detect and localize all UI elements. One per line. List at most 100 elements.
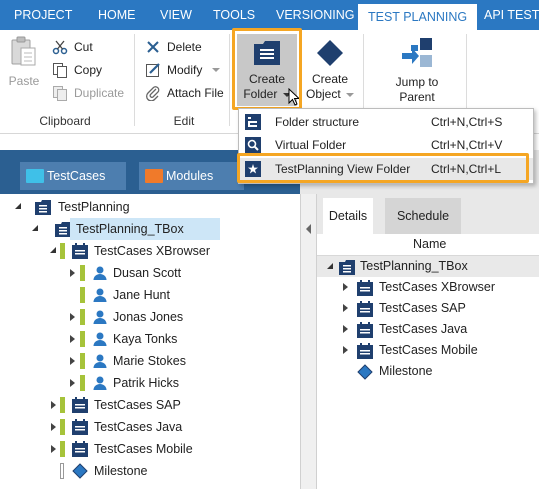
cursor-icon	[288, 88, 300, 106]
tree-node-label: TestCases XBrowser	[94, 244, 211, 258]
expand-arrow-icon[interactable]	[15, 203, 21, 209]
tree-node-label: Jane Hunt	[113, 288, 170, 302]
jump-to-parent-icon	[402, 38, 432, 67]
tree-node-label: TestPlanning_TBox	[70, 218, 220, 240]
paste-button[interactable]: Paste	[2, 36, 46, 96]
list-item[interactable]: Milestone	[317, 361, 539, 382]
folder-calendar-icon	[72, 419, 88, 435]
copy-button[interactable]: Copy	[52, 59, 102, 79]
list-item[interactable]: TestCases Java	[317, 319, 539, 340]
expand-arrow-icon[interactable]	[70, 335, 75, 343]
user-icon	[93, 332, 107, 346]
jump-to-parent-button[interactable]: Jump to Parent	[380, 34, 454, 106]
menu-item-folder-structure[interactable]: Folder structure Ctrl+N,Ctrl+S	[239, 111, 533, 133]
expand-arrow-icon[interactable]	[32, 225, 38, 231]
menu-item-label: Virtual Folder	[275, 138, 347, 152]
menu-tab-project[interactable]: PROJECT	[14, 0, 72, 30]
menu-tab-versioning[interactable]: VERSIONING	[276, 0, 355, 30]
menu-item-label: TestPlanning View Folder	[275, 162, 411, 176]
expand-arrow-icon[interactable]	[70, 357, 75, 365]
panel-splitter[interactable]	[300, 194, 317, 489]
expand-arrow-icon[interactable]	[327, 263, 333, 269]
folder-icon	[339, 260, 355, 275]
tab-modules-label: Modules	[166, 169, 214, 183]
status-bar	[60, 243, 65, 259]
duplicate-button[interactable]: Duplicate	[52, 82, 124, 102]
folder-calendar-icon	[357, 280, 373, 296]
expand-arrow-icon[interactable]	[343, 283, 348, 291]
column-header-name[interactable]: Name	[317, 234, 539, 256]
expand-arrow-icon[interactable]	[51, 423, 56, 431]
menu-item-virtual-folder[interactable]: Virtual Folder Ctrl+N,Ctrl+V	[239, 134, 533, 156]
tab-testcases[interactable]: TestCases	[20, 162, 126, 190]
list-item[interactable]: TestPlanning_TBox	[317, 256, 539, 277]
folder-icon	[145, 169, 163, 183]
expand-arrow-icon[interactable]	[51, 401, 56, 409]
tree-node-user[interactable]: Jonas Jones	[0, 306, 300, 328]
jump-to-parent-label-line1: Jump to	[395, 75, 439, 89]
menu-tab-home[interactable]: HOME	[98, 0, 136, 30]
diamond-icon	[317, 40, 343, 66]
tree-node-root[interactable]: TestPlanning	[0, 196, 300, 218]
expand-arrow-icon[interactable]	[343, 346, 348, 354]
list-item-label: TestCases Mobile	[379, 343, 478, 357]
status-bar	[80, 375, 85, 391]
folder-calendar-icon	[72, 441, 88, 457]
ribbon-divider	[134, 34, 135, 126]
virtual-folder-icon	[245, 137, 261, 153]
column-header-label: Name	[413, 237, 447, 251]
attach-file-button[interactable]: Attach File	[145, 82, 224, 102]
tab-schedule[interactable]: Schedule	[385, 198, 461, 234]
menu-tab-test-planning[interactable]: TEST PLANNING	[358, 4, 478, 30]
expand-arrow-icon[interactable]	[50, 247, 56, 253]
paste-label: Paste	[8, 74, 40, 88]
menu-item-testplanning-view-folder[interactable]: TestPlanning View Folder Ctrl+N,Ctrl+L	[239, 158, 533, 180]
list-item[interactable]: TestCases SAP	[317, 298, 539, 319]
status-bar	[80, 287, 85, 303]
tree-node-mobile[interactable]: TestCases Mobile	[0, 438, 300, 460]
status-bar	[60, 463, 64, 479]
create-folder-button[interactable]: Create Folder	[237, 34, 300, 106]
tree-node-user[interactable]: Marie Stokes	[0, 350, 300, 372]
collapse-arrow-icon[interactable]	[306, 224, 311, 234]
tree-node-label: Patrik Hicks	[113, 376, 179, 390]
tree-node-user[interactable]: Dusan Scott	[0, 262, 300, 284]
cut-button[interactable]: Cut	[52, 36, 93, 56]
tree-node-label: TestCases Java	[94, 420, 183, 434]
tree-node-sap[interactable]: TestCases SAP	[0, 394, 300, 416]
modify-button[interactable]: Modify	[145, 59, 220, 79]
tree-node-label: TestCases Mobile	[94, 442, 193, 456]
menu-tab-view[interactable]: VIEW	[160, 0, 192, 30]
tree-node-java[interactable]: TestCases Java	[0, 416, 300, 438]
list-item[interactable]: TestCases XBrowser	[317, 277, 539, 298]
list-item[interactable]: TestCases Mobile	[317, 340, 539, 361]
tree-node-user[interactable]: Jane Hunt	[0, 284, 300, 306]
expand-arrow-icon[interactable]	[343, 325, 348, 333]
delete-button[interactable]: Delete	[145, 36, 202, 56]
copy-label: Copy	[74, 62, 103, 77]
tree-node-user[interactable]: Kaya Tonks	[0, 328, 300, 350]
tab-testcases-label: TestCases	[47, 169, 106, 183]
cut-label: Cut	[74, 39, 93, 54]
expand-arrow-icon[interactable]	[70, 313, 75, 321]
chevron-down-icon	[211, 67, 220, 72]
create-object-button[interactable]: Create Object	[300, 34, 360, 106]
menu-tab-tools[interactable]: TOOLS	[213, 0, 255, 30]
tree-node-user[interactable]: Patrik Hicks	[0, 372, 300, 394]
tree-node-xbrowser[interactable]: TestCases XBrowser	[0, 240, 300, 262]
tree-node-label: Marie Stokes	[113, 354, 186, 368]
tree-node-tbox[interactable]: TestPlanning_TBox	[0, 218, 300, 240]
menu-bar: PROJECT HOME VIEW TOOLS VERSIONING TEST …	[0, 0, 539, 30]
tab-modules[interactable]: Modules	[139, 162, 244, 190]
tab-details[interactable]: Details	[323, 198, 373, 234]
paperclip-icon	[146, 86, 160, 101]
menu-tab-api-testing[interactable]: API TESTIN	[484, 0, 539, 30]
status-bar	[60, 397, 65, 413]
expand-arrow-icon[interactable]	[51, 445, 56, 453]
expand-arrow-icon[interactable]	[70, 269, 75, 277]
expand-arrow-icon[interactable]	[343, 304, 348, 312]
expand-arrow-icon[interactable]	[70, 379, 75, 387]
details-tab-bar: Details Schedule	[317, 194, 539, 234]
status-bar	[60, 441, 65, 457]
tree-node-milestone[interactable]: Milestone	[0, 460, 300, 482]
